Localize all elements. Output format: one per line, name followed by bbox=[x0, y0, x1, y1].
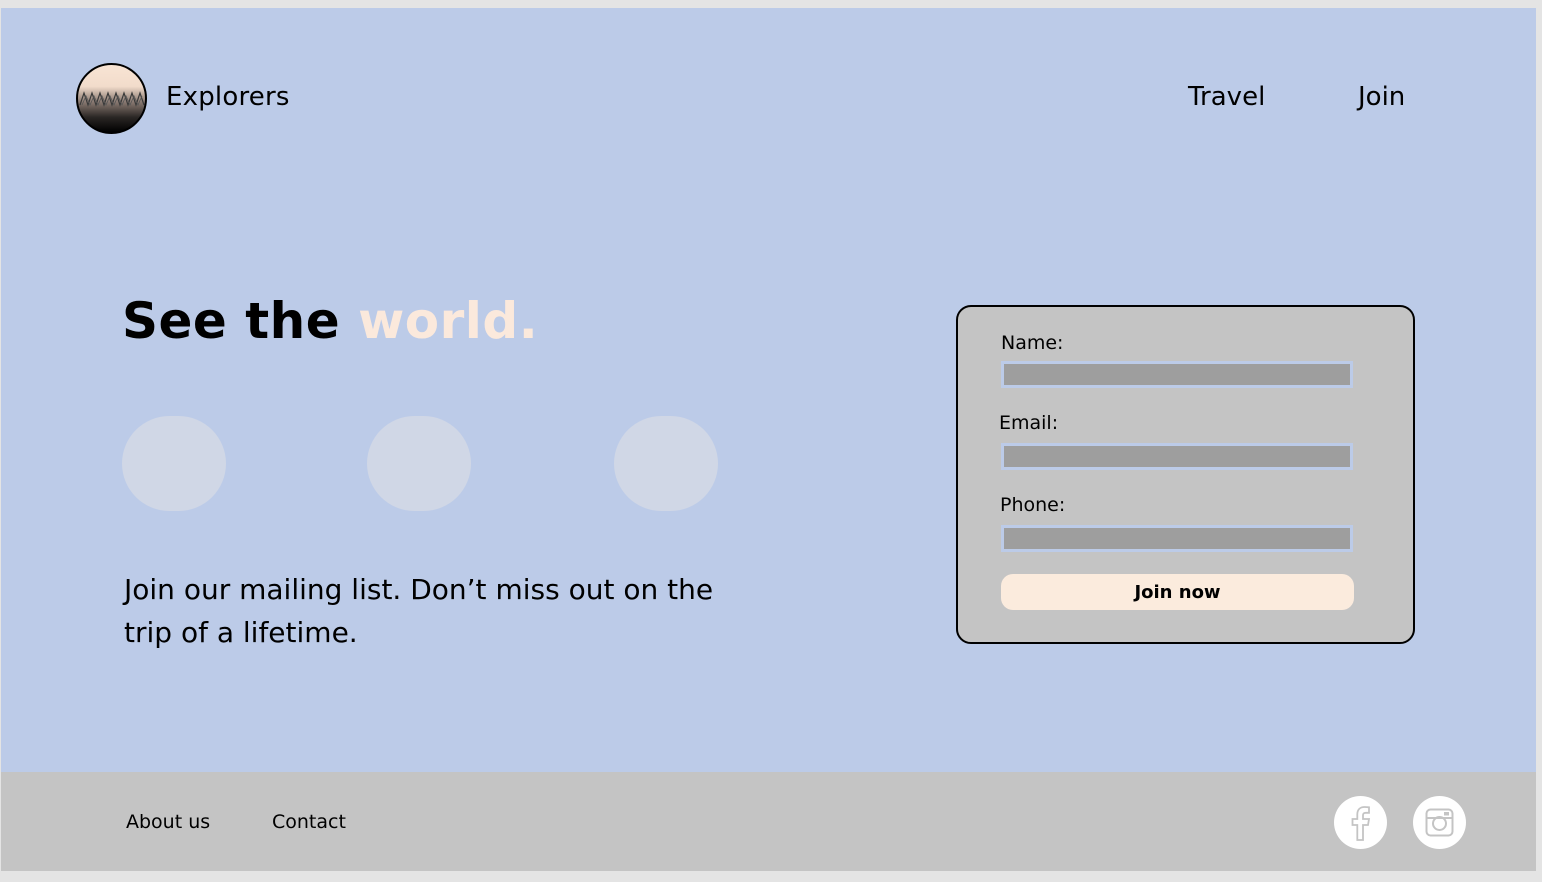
logo-icon[interactable] bbox=[76, 63, 147, 134]
hero-tagline: Join our mailing list. Don’t miss out on… bbox=[124, 573, 714, 649]
facebook-icon[interactable] bbox=[1334, 796, 1387, 849]
nav-join-link[interactable]: Join bbox=[1358, 82, 1405, 112]
phone-label: Phone: bbox=[1000, 494, 1066, 516]
brand-name: Explorers bbox=[166, 82, 290, 112]
hero-title-prefix: See the bbox=[122, 292, 359, 350]
signup-form: Name: Email: Phone: Join now bbox=[956, 305, 1415, 644]
email-label: Email: bbox=[999, 412, 1059, 434]
hero-title: See the world. bbox=[122, 292, 538, 350]
email-field[interactable] bbox=[1001, 443, 1353, 470]
decorative-blob bbox=[367, 416, 471, 511]
join-now-button[interactable]: Join now bbox=[1001, 574, 1354, 610]
phone-field[interactable] bbox=[1001, 525, 1353, 552]
footer-contact-link[interactable]: Contact bbox=[272, 811, 346, 833]
decorative-blob bbox=[122, 416, 226, 511]
footer-about-link[interactable]: About us bbox=[126, 811, 210, 833]
instagram-icon[interactable] bbox=[1413, 796, 1466, 849]
name-field[interactable] bbox=[1001, 361, 1353, 388]
footer: About us Contact bbox=[1, 772, 1536, 871]
nav-travel-link[interactable]: Travel bbox=[1188, 82, 1265, 112]
name-label: Name: bbox=[1001, 332, 1064, 354]
hero-title-accent: world. bbox=[358, 292, 539, 350]
decorative-blob bbox=[614, 416, 718, 511]
